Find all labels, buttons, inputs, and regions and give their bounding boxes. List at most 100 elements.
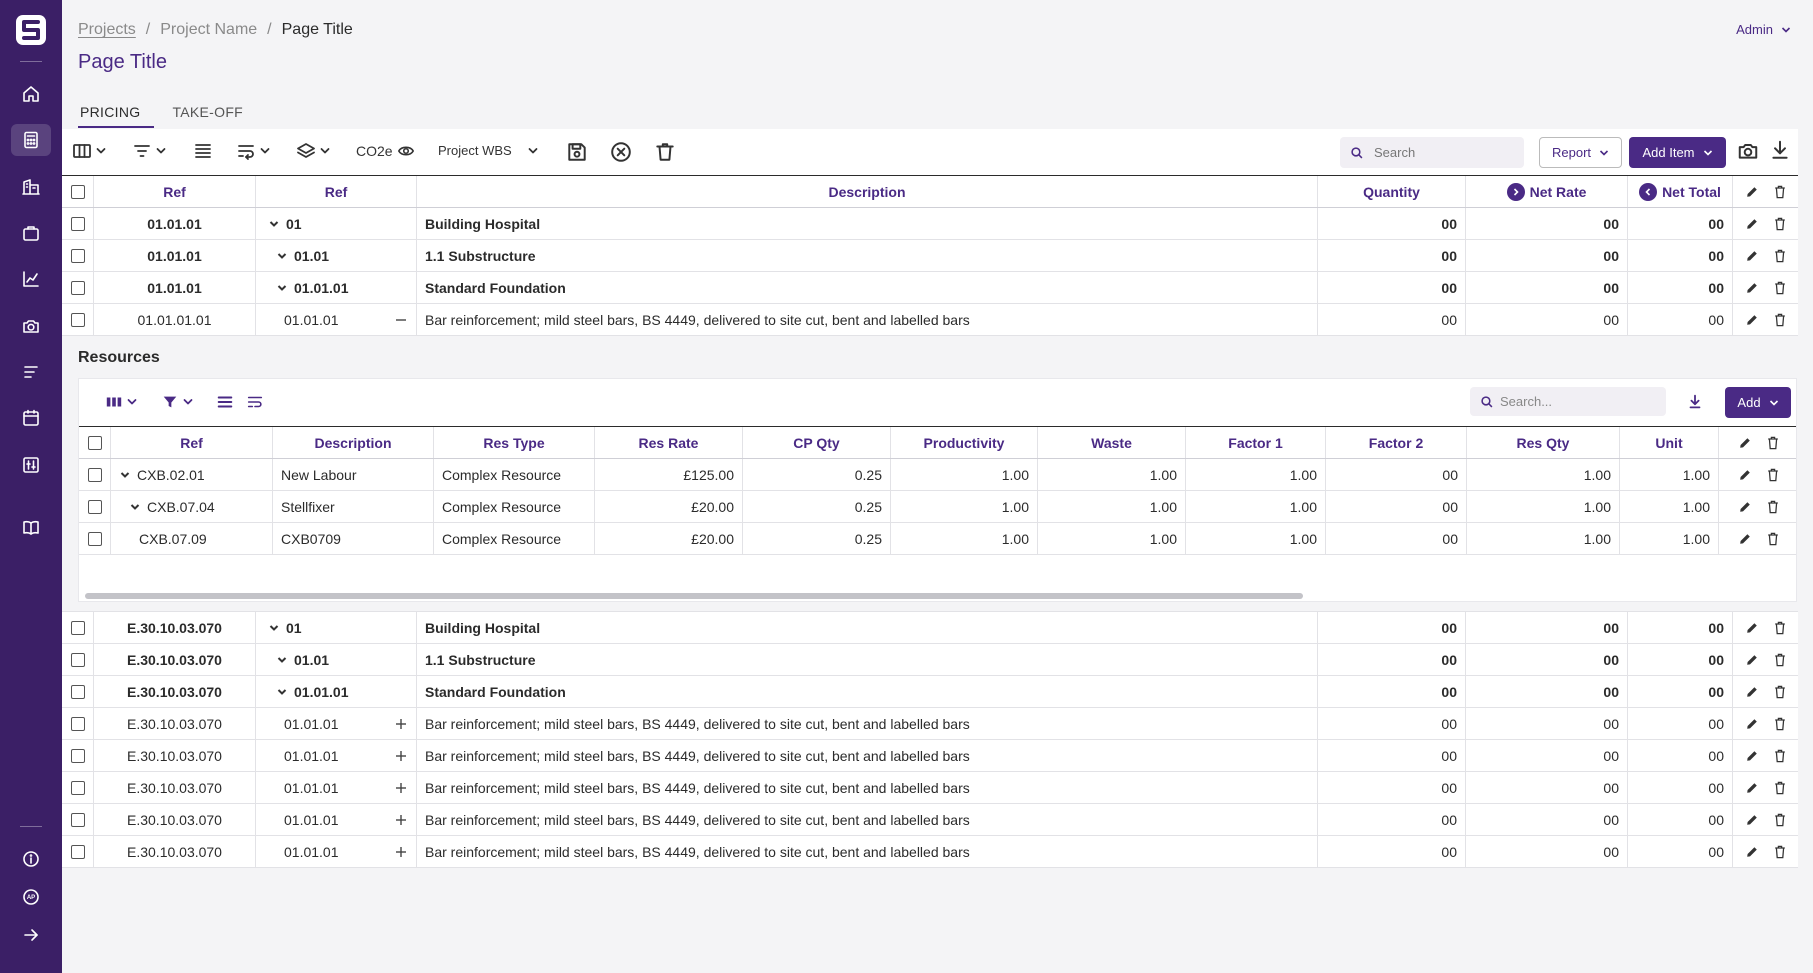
trash-icon[interactable] xyxy=(1772,312,1788,328)
res-column-header-waste[interactable]: Waste xyxy=(1038,427,1186,458)
layers-menu-button[interactable] xyxy=(296,141,330,161)
edit-icon[interactable] xyxy=(1744,748,1760,764)
row-checkbox[interactable] xyxy=(70,312,85,327)
tab-take-off[interactable]: TAKE-OFF xyxy=(172,98,243,128)
expand-plus-icon[interactable] xyxy=(394,749,408,763)
row-checkbox[interactable] xyxy=(70,684,85,699)
res-column-header-description[interactable]: Description xyxy=(273,427,434,458)
res-column-header-factor-2[interactable]: Factor 2 xyxy=(1326,427,1467,458)
trash-icon[interactable] xyxy=(1772,716,1788,732)
table-row[interactable]: E.30.10.03.070 01.01.01 Bar reinforcement;… xyxy=(62,772,1798,804)
res-column-header-productivity[interactable]: Productivity xyxy=(891,427,1038,458)
download-button[interactable] xyxy=(1769,139,1791,161)
chevron-down-icon[interactable] xyxy=(268,622,280,634)
density-button[interactable] xyxy=(193,141,213,161)
edit-icon[interactable] xyxy=(1744,652,1760,668)
search-input[interactable] xyxy=(1374,145,1514,160)
trash-icon[interactable] xyxy=(1765,531,1781,547)
chevron-down-icon[interactable] xyxy=(119,469,131,481)
edit-icon[interactable] xyxy=(1744,620,1760,636)
nav-settings-panel[interactable] xyxy=(11,449,51,481)
trash-icon[interactable] xyxy=(1772,620,1788,636)
res-row-checkbox[interactable] xyxy=(87,499,102,514)
chevron-down-icon[interactable] xyxy=(276,686,288,698)
res-filter-menu-button[interactable] xyxy=(161,393,193,411)
res-column-header-res-rate[interactable]: Res Rate xyxy=(595,427,743,458)
table-group-row[interactable]: E.30.10.03.070 01.01.01 Standard Foundatio… xyxy=(62,676,1798,708)
nav-analytics[interactable] xyxy=(11,263,51,295)
trash-icon[interactable] xyxy=(1772,652,1788,668)
res-table-row[interactable]: CXB.07.04 Stellfixer Complex Resource £20.0… xyxy=(79,491,1796,523)
column-header-quantity[interactable]: Quantity xyxy=(1318,176,1466,207)
cancel-button[interactable] xyxy=(610,141,632,163)
wrap-menu-button[interactable] xyxy=(236,141,270,161)
trash-icon[interactable] xyxy=(1772,280,1788,296)
column-header-net-total[interactable]: Net Total xyxy=(1628,176,1733,207)
res-add-button[interactable]: Add xyxy=(1725,387,1791,418)
trash-icon[interactable] xyxy=(1772,248,1788,264)
columns-menu-button[interactable] xyxy=(72,141,106,161)
nav-home[interactable] xyxy=(11,78,51,110)
res-columns-menu-button[interactable] xyxy=(105,393,137,411)
res-download-button[interactable] xyxy=(1686,393,1704,411)
edit-icon[interactable] xyxy=(1737,467,1753,483)
filter-menu-button[interactable] xyxy=(132,141,166,161)
table-row[interactable]: E.30.10.03.070 01.01.01 Bar reinforcement;… xyxy=(62,740,1798,772)
res-search-input[interactable] xyxy=(1500,394,1660,409)
res-column-header-ref[interactable]: Ref xyxy=(111,427,273,458)
column-header-ref-wbs[interactable]: Ref xyxy=(256,176,417,207)
table-group-row[interactable]: 01.01.01 01.01.01 Standard Foundation 00 00 0… xyxy=(62,272,1798,304)
table-row[interactable]: 01.01.01.01 01.01.01 Bar reinforcement; mi… xyxy=(62,304,1798,336)
edit-icon[interactable] xyxy=(1744,780,1760,796)
report-button[interactable]: Report xyxy=(1539,137,1622,168)
row-checkbox[interactable] xyxy=(70,780,85,795)
chevron-down-icon[interactable] xyxy=(129,501,141,513)
row-checkbox[interactable] xyxy=(70,748,85,763)
nav-library[interactable] xyxy=(11,511,51,543)
trash-icon[interactable] xyxy=(1765,467,1781,483)
edit-icon[interactable] xyxy=(1744,716,1760,732)
res-select-all-checkbox[interactable] xyxy=(87,435,102,450)
edit-icon[interactable] xyxy=(1744,184,1760,200)
column-header-ref[interactable]: Ref xyxy=(94,176,256,207)
add-item-button[interactable]: Add Item xyxy=(1629,137,1726,168)
nav-pricing[interactable] xyxy=(11,124,51,156)
chevron-right-icon[interactable] xyxy=(1506,182,1525,201)
nav-briefcase[interactable] xyxy=(11,217,51,249)
nav-profile[interactable]: AP xyxy=(11,881,51,913)
nav-info[interactable] xyxy=(11,843,51,875)
expand-plus-icon[interactable] xyxy=(394,717,408,731)
res-table-row[interactable]: CXB.07.09 CXB0709 Complex Resource £20.00 0.… xyxy=(79,523,1796,555)
delete-button[interactable] xyxy=(654,141,676,163)
horizontal-scrollbar[interactable] xyxy=(85,593,1303,599)
breadcrumb-project-name[interactable]: Project Name xyxy=(160,21,257,39)
res-column-header-unit[interactable]: Unit xyxy=(1620,427,1719,458)
table-row[interactable]: E.30.10.03.070 01.01.01 Bar reinforcement;… xyxy=(62,804,1798,836)
edit-icon[interactable] xyxy=(1744,216,1760,232)
collapse-minus-icon[interactable] xyxy=(394,313,408,327)
column-header-net-rate[interactable]: Net Rate xyxy=(1466,176,1628,207)
nav-camera[interactable] xyxy=(11,310,51,342)
edit-icon[interactable] xyxy=(1737,435,1753,451)
row-checkbox[interactable] xyxy=(70,216,85,231)
row-checkbox[interactable] xyxy=(70,248,85,263)
nav-list[interactable] xyxy=(11,356,51,388)
app-logo-icon[interactable] xyxy=(16,15,46,45)
res-row-checkbox[interactable] xyxy=(87,467,102,482)
table-group-row[interactable]: 01.01.01 01.01 1.1 Substructure 00 00 00 xyxy=(62,240,1798,272)
nav-expand[interactable] xyxy=(11,919,51,951)
row-checkbox[interactable] xyxy=(70,652,85,667)
row-checkbox[interactable] xyxy=(70,620,85,635)
res-density-button[interactable] xyxy=(216,393,234,411)
chevron-down-icon[interactable] xyxy=(268,218,280,230)
expand-plus-icon[interactable] xyxy=(394,781,408,795)
edit-icon[interactable] xyxy=(1744,312,1760,328)
res-wrap-button[interactable] xyxy=(246,393,264,411)
tab-pricing[interactable]: PRICING xyxy=(78,98,155,128)
co2e-toggle[interactable]: CO2e xyxy=(356,142,415,160)
table-row[interactable]: E.30.10.03.070 01.01.01 Bar reinforcement;… xyxy=(62,708,1798,740)
save-button[interactable] xyxy=(566,141,588,163)
res-row-checkbox[interactable] xyxy=(87,531,102,546)
row-checkbox[interactable] xyxy=(70,716,85,731)
edit-icon[interactable] xyxy=(1744,248,1760,264)
